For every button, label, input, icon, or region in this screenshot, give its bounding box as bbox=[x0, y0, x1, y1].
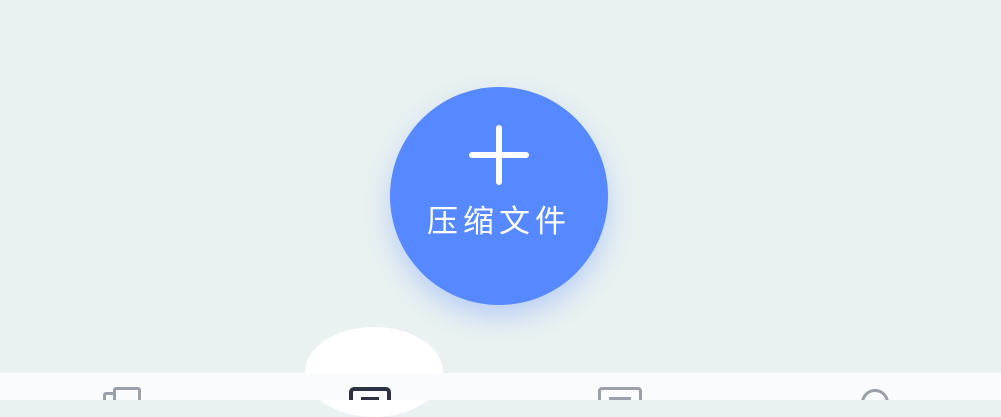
tab-preview[interactable] bbox=[598, 387, 646, 400]
tab-files[interactable] bbox=[100, 387, 148, 400]
compress-file-label: 压缩文件 bbox=[427, 204, 571, 240]
tab-profile[interactable] bbox=[855, 387, 903, 400]
files-icon bbox=[103, 387, 141, 400]
bottom-tab-bar bbox=[0, 373, 1001, 400]
tab-bar-center-bump bbox=[305, 327, 443, 417]
profile-icon bbox=[861, 389, 889, 400]
preview-icon bbox=[598, 387, 642, 400]
plus-icon bbox=[469, 125, 529, 185]
tab-compress[interactable] bbox=[349, 387, 397, 400]
zip-icon bbox=[349, 387, 391, 400]
compress-file-button[interactable]: 压缩文件 bbox=[390, 87, 608, 305]
